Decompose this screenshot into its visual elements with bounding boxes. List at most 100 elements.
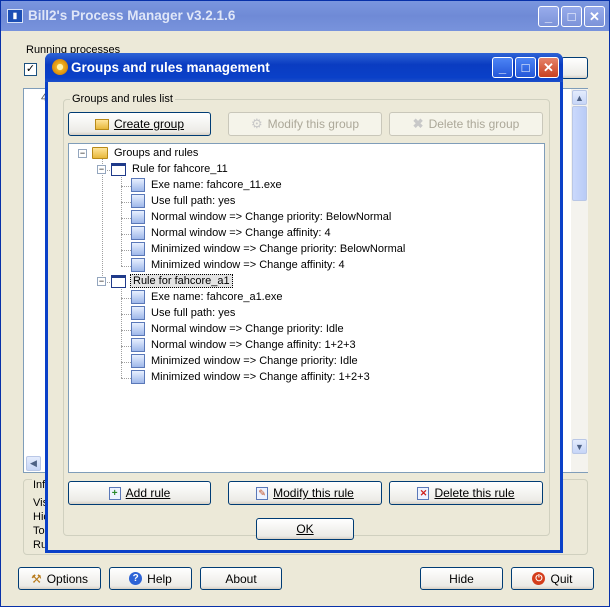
create-group-label: Create group (113, 117, 185, 131)
folder-icon (92, 147, 108, 159)
scroll-up-arrow[interactable]: ▲ (572, 90, 587, 105)
app-icon: ▮ (7, 9, 23, 23)
tree-line (121, 266, 131, 267)
tree-rule-selected[interactable]: Rule for fahcore_a1 (111, 273, 233, 289)
tree-line (121, 378, 131, 379)
delete-icon: ✕ (417, 486, 430, 500)
ok-button[interactable]: OK (256, 518, 354, 540)
tree-root[interactable]: Groups and rules (92, 145, 200, 161)
modify-rule-label: Modify this rule (273, 486, 354, 500)
tree-item-label: Normal window => Change priority: BelowN… (151, 211, 392, 223)
info-line: To (33, 525, 45, 537)
document-icon (131, 194, 145, 208)
modify-group-label: Modify this group (267, 117, 360, 131)
tree-item-label: Normal window => Change affinity: 4 (151, 227, 331, 239)
add-rule-label: Add rule (125, 486, 171, 500)
tree-item-label: Exe name: fahcore_11.exe (151, 179, 282, 191)
tree-line (121, 250, 131, 251)
scroll-left-arrow[interactable]: ◀ (26, 456, 41, 471)
background-button[interactable] (561, 57, 588, 79)
tree-root-label: Groups and rules (114, 147, 199, 159)
collapse-toggle[interactable]: − (97, 165, 106, 174)
help-label: Help (147, 571, 172, 586)
tree-item[interactable]: Normal window => Change affinity: 4 (131, 225, 333, 241)
tree-item-label: Minimized window => Change priority: Idl… (151, 355, 358, 367)
delete-group-button[interactable]: ✖ Delete this group (389, 112, 543, 136)
collapse-toggle[interactable]: − (78, 149, 87, 158)
hide-label: Hide (449, 571, 474, 586)
delete-rule-button[interactable]: ✕ Delete this rule (389, 481, 543, 505)
tree-line (121, 330, 131, 331)
modify-rule-button[interactable]: ✎ Modify this rule (228, 481, 382, 505)
window-icon (111, 274, 126, 288)
maximize-button[interactable]: □ (561, 6, 582, 27)
dialog-maximize-button[interactable]: □ (515, 57, 536, 78)
tree-item[interactable]: Minimized window => Change affinity: 4 (131, 257, 347, 273)
about-button[interactable]: About (200, 567, 282, 590)
create-group-button[interactable]: Create group (68, 112, 211, 136)
main-window-title: Bill2's Process Manager v3.2.1.6 (28, 8, 236, 23)
tree-item[interactable]: Exe name: fahcore_a1.exe (131, 289, 284, 305)
tree-line (121, 234, 131, 235)
tree-item[interactable]: Use full path: yes (131, 193, 237, 209)
gear-icon: ⚙ (250, 116, 263, 131)
about-label: About (225, 571, 257, 586)
document-icon (131, 354, 145, 368)
edit-icon: ✎ (256, 486, 269, 500)
tree-line (121, 174, 122, 266)
tree-line (121, 298, 131, 299)
document-icon (131, 226, 145, 240)
dialog-title: Groups and rules management (71, 60, 270, 75)
folder-icon (94, 118, 109, 130)
tree-item-label: Use full path: yes (151, 307, 236, 319)
vertical-scrollbar[interactable]: ▲ ▼ (571, 89, 588, 472)
document-icon (131, 258, 145, 272)
delete-group-label: Delete this group (428, 117, 520, 131)
minimize-button[interactable]: _ (538, 6, 559, 27)
tree-item[interactable]: Normal window => Change priority: Idle (131, 321, 346, 337)
tree-item-label: Exe name: fahcore_a1.exe (151, 291, 283, 303)
tree-item[interactable]: Exe name: fahcore_11.exe (131, 177, 284, 193)
quit-label: Quit (550, 571, 573, 586)
document-icon (131, 210, 145, 224)
dialog-close-button[interactable]: ✕ (538, 57, 559, 78)
dialog-title-bar[interactable]: Groups and rules management _ □ ✕ (45, 53, 563, 82)
close-button[interactable]: ✕ (584, 6, 605, 27)
tree-item-label: Normal window => Change affinity: 1+2+3 (151, 339, 356, 351)
running-checkbox[interactable]: ✓ (24, 63, 37, 76)
rules-tree[interactable]: − − − Groups and rules Rule for fahcore_… (68, 143, 545, 473)
gear-icon (52, 59, 68, 75)
delete-rule-label: Delete this rule (434, 486, 515, 500)
help-button[interactable]: ? Help (109, 567, 192, 590)
tree-line (121, 314, 131, 315)
tree-item-label: Minimized window => Change affinity: 4 (151, 259, 345, 271)
tree-item[interactable]: Minimized window => Change priority: Idl… (131, 353, 360, 369)
options-label: Options (46, 571, 89, 586)
tree-item[interactable]: Normal window => Change priority: BelowN… (131, 209, 393, 225)
main-title-bar[interactable]: ▮ Bill2's Process Manager v3.2.1.6 _ □ ✕ (1, 1, 609, 31)
tree-line (102, 158, 103, 282)
tree-line (121, 202, 131, 203)
modify-group-button[interactable]: ⚙ Modify this group (228, 112, 382, 136)
add-rule-button[interactable]: + Add rule (68, 481, 211, 505)
tree-line (121, 218, 131, 219)
hide-button[interactable]: Hide (420, 567, 503, 590)
tree-rule[interactable]: Rule for fahcore_11 (111, 161, 230, 177)
tree-item-label: Normal window => Change priority: Idle (151, 323, 344, 335)
dialog-minimize-button[interactable]: _ (492, 57, 513, 78)
groups-rules-label: Groups and rules list (70, 93, 175, 105)
scroll-down-arrow[interactable]: ▼ (572, 439, 587, 454)
help-icon: ? (129, 572, 143, 585)
collapse-toggle[interactable]: − (97, 277, 106, 286)
tree-item[interactable]: Minimized window => Change priority: Bel… (131, 241, 407, 257)
options-button[interactable]: ⚒ Options (18, 567, 101, 590)
quit-button[interactable]: ⏻ Quit (511, 567, 594, 590)
tree-item[interactable]: Minimized window => Change affinity: 1+2… (131, 369, 372, 385)
power-icon: ⏻ (532, 572, 546, 585)
scroll-thumb[interactable] (572, 106, 587, 201)
window-icon (111, 162, 126, 176)
add-icon: + (108, 486, 121, 500)
tree-line (121, 286, 122, 378)
tree-item[interactable]: Normal window => Change affinity: 1+2+3 (131, 337, 358, 353)
tree-item[interactable]: Use full path: yes (131, 305, 237, 321)
